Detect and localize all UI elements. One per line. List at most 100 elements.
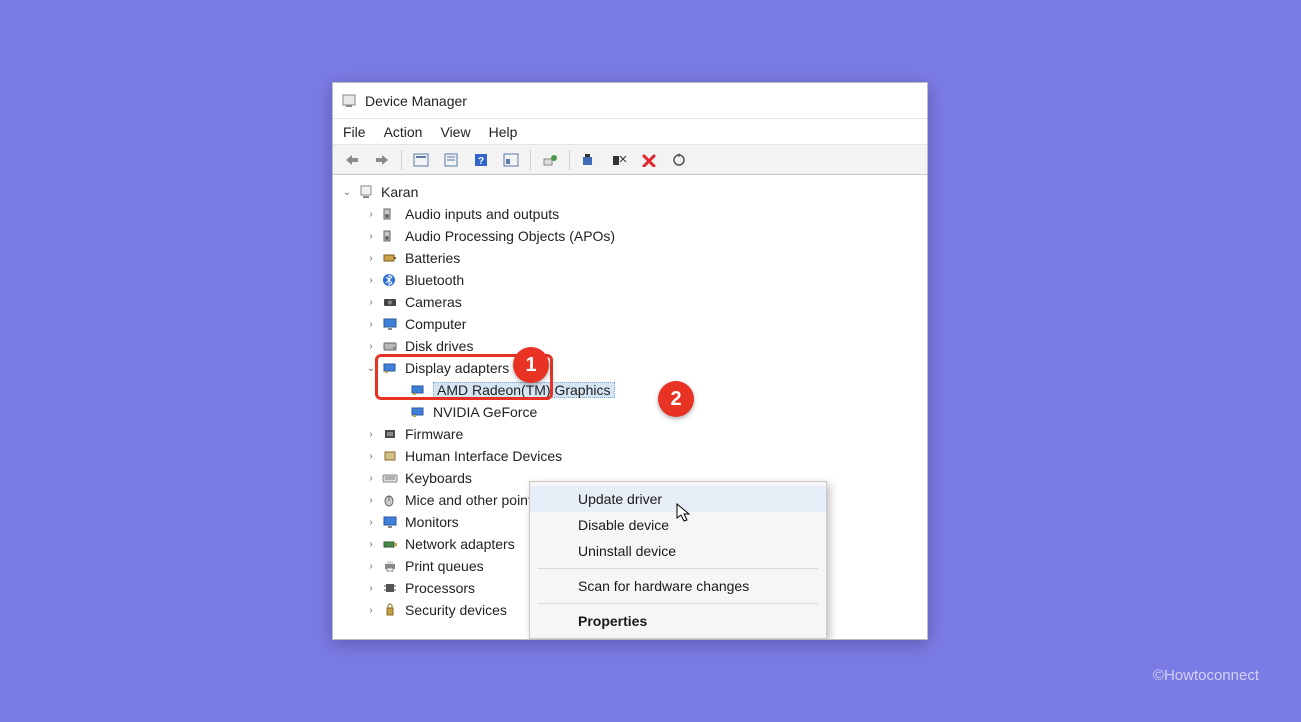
uninstall-device-button[interactable] <box>636 149 662 171</box>
expand-icon[interactable]: › <box>365 560 377 572</box>
expand-icon[interactable]: › <box>365 450 377 462</box>
window-title: Device Manager <box>365 93 467 109</box>
tree-item[interactable]: › Human Interface Devices <box>337 445 923 467</box>
properties-button[interactable] <box>438 149 464 171</box>
tree-item[interactable]: › Cameras <box>337 291 923 313</box>
device-manager-window: Device Manager File Action View Help ? <box>332 82 928 640</box>
show-hidden-button[interactable] <box>408 149 434 171</box>
printer-icon <box>381 558 399 574</box>
tree-item-label: Cameras <box>405 294 462 310</box>
expand-icon[interactable]: › <box>365 538 377 550</box>
tree-root[interactable]: ⌄ Karan <box>337 181 923 203</box>
menu-help[interactable]: Help <box>489 124 518 140</box>
toolbar-separator <box>569 150 570 170</box>
tree-item-nvidia[interactable]: › NVIDIA GeForce <box>337 401 923 423</box>
callout-1: 1 <box>513 347 549 383</box>
tree-item-label: Monitors <box>405 514 459 530</box>
tree-item[interactable]: › Batteries <box>337 247 923 269</box>
update-driver-button[interactable] <box>537 149 563 171</box>
menu-view[interactable]: View <box>440 124 470 140</box>
expand-icon[interactable]: › <box>365 318 377 330</box>
tree-item-label: Print queues <box>405 558 484 574</box>
collapse-icon[interactable]: ⌄ <box>365 362 377 374</box>
expand-icon[interactable]: › <box>365 340 377 352</box>
bluetooth-icon <box>381 272 399 288</box>
titlebar: Device Manager <box>333 83 927 119</box>
tree-item-label: Security devices <box>405 602 507 618</box>
tree-root-label: Karan <box>381 184 418 200</box>
enable-device-button[interactable] <box>576 149 602 171</box>
menu-action[interactable]: Action <box>384 124 423 140</box>
expand-icon[interactable]: › <box>365 428 377 440</box>
context-menu-disable-device[interactable]: Disable device <box>530 512 826 538</box>
device-tree: ⌄ Karan › Audio inputs and outputs › Aud… <box>333 175 927 639</box>
menubar: File Action View Help <box>333 119 927 145</box>
tree-item-label: Disk drives <box>405 338 473 354</box>
firmware-icon <box>381 426 399 442</box>
tree-item-amd-radeon[interactable]: › AMD Radeon(TM) Graphics <box>337 379 923 401</box>
tree-item[interactable]: › Computer <box>337 313 923 335</box>
toolbar-separator <box>530 150 531 170</box>
collapse-icon[interactable]: ⌄ <box>341 186 353 198</box>
toolbar: ? <box>333 145 927 175</box>
context-menu: Update driver Disable device Uninstall d… <box>529 481 827 639</box>
processor-icon <box>381 580 399 596</box>
expand-icon[interactable]: › <box>365 230 377 242</box>
expand-icon[interactable]: › <box>365 516 377 528</box>
expand-icon[interactable]: › <box>365 296 377 308</box>
security-icon <box>381 602 399 618</box>
expand-icon[interactable]: › <box>365 604 377 616</box>
tree-item[interactable]: › Firmware <box>337 423 923 445</box>
tree-item[interactable]: › Audio Processing Objects (APOs) <box>337 225 923 247</box>
tree-item[interactable]: › Bluetooth <box>337 269 923 291</box>
tree-item-label: Audio Processing Objects (APOs) <box>405 228 615 244</box>
tree-item-label: Display adapters <box>405 360 509 376</box>
network-icon <box>381 536 399 552</box>
context-menu-uninstall-device[interactable]: Uninstall device <box>530 538 826 564</box>
expand-icon[interactable]: › <box>365 472 377 484</box>
tree-item-label: Audio inputs and outputs <box>405 206 559 222</box>
tree-item-label: Processors <box>405 580 475 596</box>
computer-icon <box>357 184 375 200</box>
expand-icon[interactable]: › <box>365 582 377 594</box>
callout-2: 2 <box>658 381 694 417</box>
expand-icon[interactable]: › <box>365 252 377 264</box>
expand-icon[interactable]: › <box>365 274 377 286</box>
app-icon <box>341 93 357 109</box>
context-menu-properties[interactable]: Properties <box>530 608 826 634</box>
scan-hardware-button[interactable] <box>666 149 692 171</box>
disk-icon <box>381 338 399 354</box>
tree-item-label: NVIDIA GeForce <box>433 404 537 420</box>
tree-item-label: Human Interface Devices <box>405 448 562 464</box>
expand-icon[interactable]: › <box>365 208 377 220</box>
tree-item-label: Keyboards <box>405 470 472 486</box>
tree-item[interactable]: › Disk drives <box>337 335 923 357</box>
disable-device-button[interactable] <box>606 149 632 171</box>
scan-button[interactable] <box>498 149 524 171</box>
tree-item-label: Bluetooth <box>405 272 464 288</box>
help-button[interactable]: ? <box>468 149 494 171</box>
watermark: ©Howtoconnect <box>1153 667 1259 684</box>
tree-item-display-adapters[interactable]: ⌄ Display adapters <box>337 357 923 379</box>
forward-button[interactable] <box>369 149 395 171</box>
context-menu-separator <box>538 568 818 569</box>
battery-icon <box>381 250 399 266</box>
context-menu-separator <box>538 603 818 604</box>
monitor-icon <box>381 316 399 332</box>
context-menu-update-driver[interactable]: Update driver <box>530 486 826 512</box>
tree-item-label: Firmware <box>405 426 463 442</box>
tree-item-label: Batteries <box>405 250 460 266</box>
tree-item-label: AMD Radeon(TM) Graphics <box>433 382 615 398</box>
keyboard-icon <box>381 470 399 486</box>
display-adapter-icon <box>409 382 427 398</box>
tree-item-label: Network adapters <box>405 536 515 552</box>
monitor-icon <box>381 514 399 530</box>
back-button[interactable] <box>339 149 365 171</box>
tree-item[interactable]: › Audio inputs and outputs <box>337 203 923 225</box>
menu-file[interactable]: File <box>343 124 366 140</box>
display-adapter-icon <box>381 360 399 376</box>
tree-item-label: Computer <box>405 316 466 332</box>
expand-icon[interactable]: › <box>365 494 377 506</box>
hid-icon <box>381 448 399 464</box>
context-menu-scan-hardware[interactable]: Scan for hardware changes <box>530 573 826 599</box>
